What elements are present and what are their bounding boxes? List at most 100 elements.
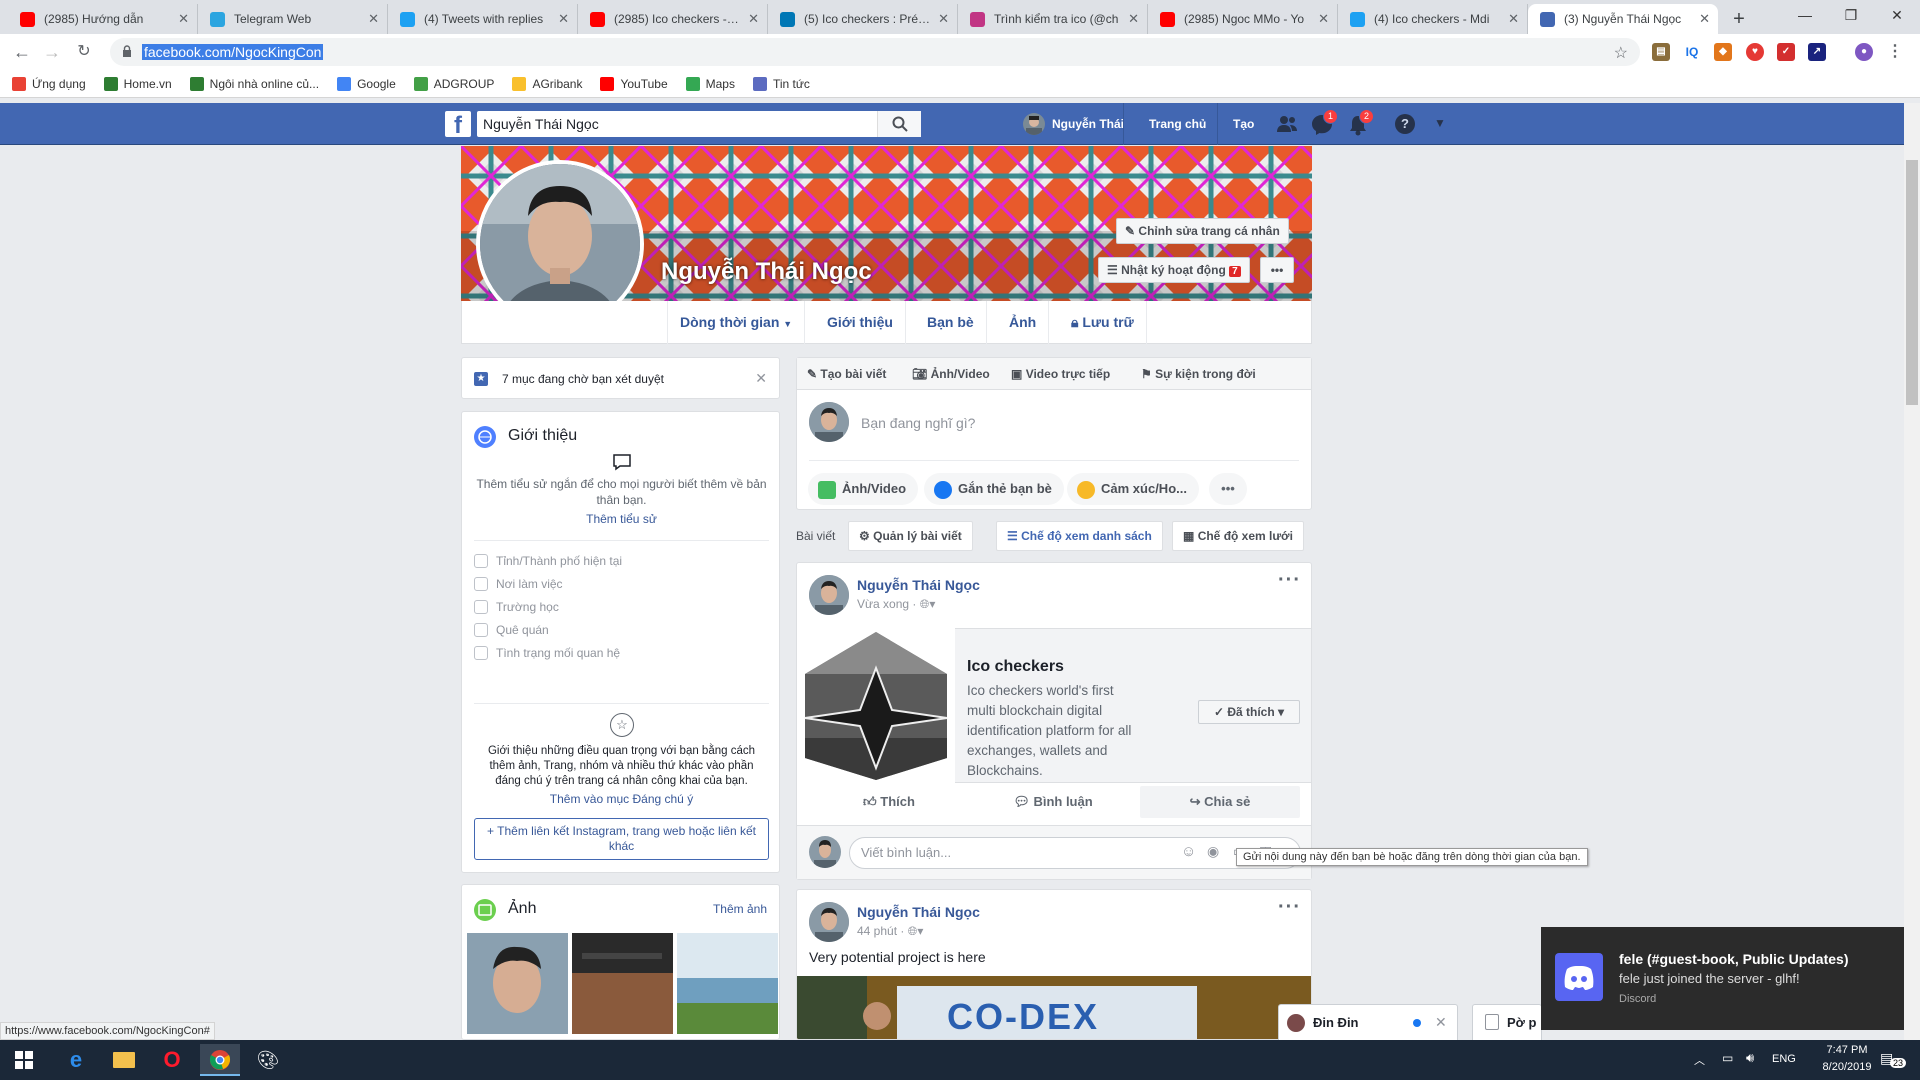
close-tab-icon[interactable]: ✕ bbox=[368, 4, 379, 34]
photo-thumbnail[interactable] bbox=[467, 933, 568, 1034]
photo-video-tab[interactable]: 📷︎ Ảnh/Video bbox=[912, 367, 990, 381]
profile-name[interactable]: Nguyễn Thái Ngọc bbox=[661, 258, 872, 286]
intro-detail-row[interactable]: Trường học bbox=[474, 600, 559, 614]
extension-icon[interactable]: ▤ bbox=[1652, 43, 1670, 61]
liked-page-button[interactable]: ✓ Đã thích ▾ bbox=[1198, 700, 1300, 724]
opera-icon[interactable]: O bbox=[152, 1044, 192, 1076]
globe-icon[interactable]: 🌐︎▾ bbox=[920, 597, 936, 611]
grid-view-button[interactable]: ▦ Chế độ xem lưới bbox=[1172, 521, 1304, 551]
extension-icon[interactable]: ✓ bbox=[1777, 43, 1795, 61]
clock-date[interactable]: 8/20/2019 bbox=[1812, 1061, 1882, 1073]
manage-posts-button[interactable]: ⚙ Quản lý bài viết bbox=[848, 521, 973, 551]
globe-icon[interactable]: 🌐︎▾ bbox=[908, 924, 924, 938]
user-avatar[interactable] bbox=[1023, 113, 1045, 135]
post-time[interactable]: Vừa xong · 🌐︎▾ bbox=[857, 597, 935, 612]
address-bar[interactable]: facebook.com/NgocKingCon ☆ bbox=[110, 38, 1640, 66]
feeling-activity-button[interactable]: Cảm xúc/Ho... bbox=[1067, 473, 1199, 505]
new-tab-button[interactable]: + bbox=[1724, 4, 1754, 34]
friend-requests-icon[interactable] bbox=[1276, 114, 1298, 134]
chat-tab[interactable]: Đin Đin ✕ bbox=[1278, 1004, 1458, 1040]
facebook-search-input[interactable]: Nguyễn Thái Ngọc bbox=[477, 111, 921, 137]
list-view-button[interactable]: ☰ Chế độ xem danh sách bbox=[996, 521, 1163, 551]
facebook-logo-icon[interactable]: f bbox=[445, 111, 471, 139]
browser-tab[interactable]: Trình kiểm tra ico (@ch ✕ bbox=[958, 4, 1148, 34]
close-tab-icon[interactable]: ✕ bbox=[748, 4, 759, 34]
close-window-icon[interactable]: ✕ bbox=[1874, 0, 1920, 30]
nav-profile-link[interactable]: Nguyễn Thái bbox=[1052, 103, 1124, 145]
language-indicator[interactable]: ENG bbox=[1772, 1053, 1796, 1065]
clock-time[interactable]: 7:47 PM bbox=[1812, 1044, 1882, 1056]
post-options-icon[interactable]: ··· bbox=[1278, 569, 1301, 592]
url-text[interactable]: facebook.com/NgocKingCon bbox=[142, 44, 324, 60]
intro-detail-row[interactable]: Quê quán bbox=[474, 623, 549, 637]
tab-timeline[interactable]: Dòng thời gian ▼ bbox=[667, 301, 806, 344]
bookmark-item[interactable]: Maps bbox=[685, 76, 735, 91]
post-author-avatar[interactable] bbox=[809, 575, 849, 615]
bookmark-item[interactable]: Ngôi nhà online củ... bbox=[189, 76, 319, 91]
browser-tab[interactable]: (2985) Ico checkers - Yo ✕ bbox=[578, 4, 768, 34]
close-chat-icon[interactable]: ✕ bbox=[1435, 1014, 1447, 1031]
search-icon[interactable] bbox=[877, 111, 921, 137]
edit-profile-button[interactable]: ✎ Chỉnh sửa trang cá nhân bbox=[1116, 218, 1289, 244]
browser-tab[interactable]: (4) Ico checkers - Mdi ✕ bbox=[1338, 4, 1528, 34]
post-author-avatar[interactable] bbox=[809, 902, 849, 942]
close-tab-icon[interactable]: ✕ bbox=[938, 4, 949, 34]
discord-notification[interactable]: fele (#guest-book, Public Updates) fele … bbox=[1541, 927, 1904, 1030]
photo-thumbnail[interactable] bbox=[572, 933, 673, 1034]
page-logo-image[interactable] bbox=[797, 628, 955, 783]
live-video-tab[interactable]: ▣ Video trực tiếp bbox=[1011, 367, 1110, 381]
browser-tab[interactable]: (5) Ico checkers : Présen ✕ bbox=[768, 4, 958, 34]
create-post-tab[interactable]: ✎ Tạo bài viết bbox=[807, 367, 886, 381]
account-menu-chevron-icon[interactable]: ▼ bbox=[1434, 116, 1446, 130]
comment-button[interactable]: 💬︎ Bình luận bbox=[973, 786, 1133, 818]
edge-icon[interactable]: e bbox=[56, 1044, 96, 1076]
close-tab-icon[interactable]: ✕ bbox=[1508, 4, 1519, 34]
close-tab-icon[interactable]: ✕ bbox=[1699, 4, 1710, 34]
bookmark-item[interactable]: Tin tức bbox=[752, 76, 810, 91]
post-options-icon[interactable]: ··· bbox=[1278, 896, 1301, 919]
iq-extension-icon[interactable]: IQ bbox=[1683, 43, 1701, 61]
windows-start-icon[interactable] bbox=[4, 1044, 44, 1076]
tab-archive[interactable]: 🔒︎ Lưu trữ bbox=[1059, 301, 1147, 344]
chrome-icon[interactable] bbox=[200, 1044, 240, 1076]
back-icon[interactable]: ← bbox=[10, 40, 34, 64]
post-author-name[interactable]: Nguyễn Thái Ngọc bbox=[857, 577, 980, 593]
browser-tab[interactable]: (2985) Ngoc MMo - Yo ✕ bbox=[1148, 4, 1338, 34]
tab-about[interactable]: Giới thiệu bbox=[815, 301, 906, 344]
photo-video-button[interactable]: Ảnh/Video bbox=[808, 473, 919, 505]
camera-icon[interactable]: ◉ bbox=[1207, 843, 1219, 860]
nav-create-link[interactable]: Tạo bbox=[1217, 103, 1254, 145]
tray-chevron-icon[interactable]: ︿ bbox=[1694, 1052, 1705, 1068]
extension-icon[interactable]: ♥ bbox=[1746, 43, 1764, 61]
bookmark-star-icon[interactable]: ☆ bbox=[1614, 43, 1628, 63]
network-icon[interactable]: ▭ bbox=[1722, 1051, 1733, 1065]
close-tab-icon[interactable]: ✕ bbox=[178, 4, 189, 34]
page-name[interactable]: Ico checkers bbox=[967, 658, 1064, 676]
tab-friends[interactable]: Bạn bè bbox=[915, 301, 987, 344]
volume-icon[interactable]: 🔊︎ bbox=[1746, 1050, 1754, 1066]
help-icon[interactable]: ? bbox=[1395, 114, 1415, 134]
paint-app-icon[interactable]: 🎨︎ bbox=[248, 1044, 288, 1076]
minimize-icon[interactable]: — bbox=[1782, 0, 1828, 30]
composer-input[interactable]: Bạn đang nghĩ gì? bbox=[861, 415, 975, 431]
bookmark-item[interactable]: Google bbox=[337, 76, 396, 91]
extension-icon[interactable]: ↗ bbox=[1808, 43, 1826, 61]
add-featured-link[interactable]: Thêm vào mục Đáng chú ý bbox=[462, 792, 781, 806]
browser-tab[interactable]: (4) Tweets with replies ✕ bbox=[388, 4, 578, 34]
browser-tab[interactable]: Telegram Web ✕ bbox=[198, 4, 388, 34]
profile-avatar-icon[interactable]: ● bbox=[1855, 43, 1873, 61]
metamask-icon[interactable]: ◆ bbox=[1714, 43, 1732, 61]
more-options-button[interactable]: ••• bbox=[1260, 257, 1294, 283]
emoji-icon[interactable]: ☺ bbox=[1181, 843, 1196, 860]
post-time[interactable]: 44 phút · 🌐︎▾ bbox=[857, 924, 923, 939]
bookmark-item[interactable]: AGribank bbox=[512, 76, 582, 91]
browser-tab[interactable]: (3) Nguyễn Thái Ngọc ✕ bbox=[1528, 4, 1718, 34]
bookmark-item[interactable]: YouTube bbox=[600, 76, 668, 91]
activity-log-button[interactable]: ☰ Nhật ký hoạt động 7 bbox=[1098, 257, 1250, 283]
post-image[interactable]: CO-DEX bbox=[797, 976, 1311, 1039]
close-icon[interactable]: ✕ bbox=[755, 370, 767, 387]
photo-thumbnail[interactable] bbox=[677, 933, 778, 1034]
tab-photos[interactable]: Ảnh bbox=[997, 301, 1050, 344]
nav-home-link[interactable]: Trang chủ bbox=[1123, 103, 1206, 145]
reload-icon[interactable]: ↻ bbox=[72, 40, 96, 64]
